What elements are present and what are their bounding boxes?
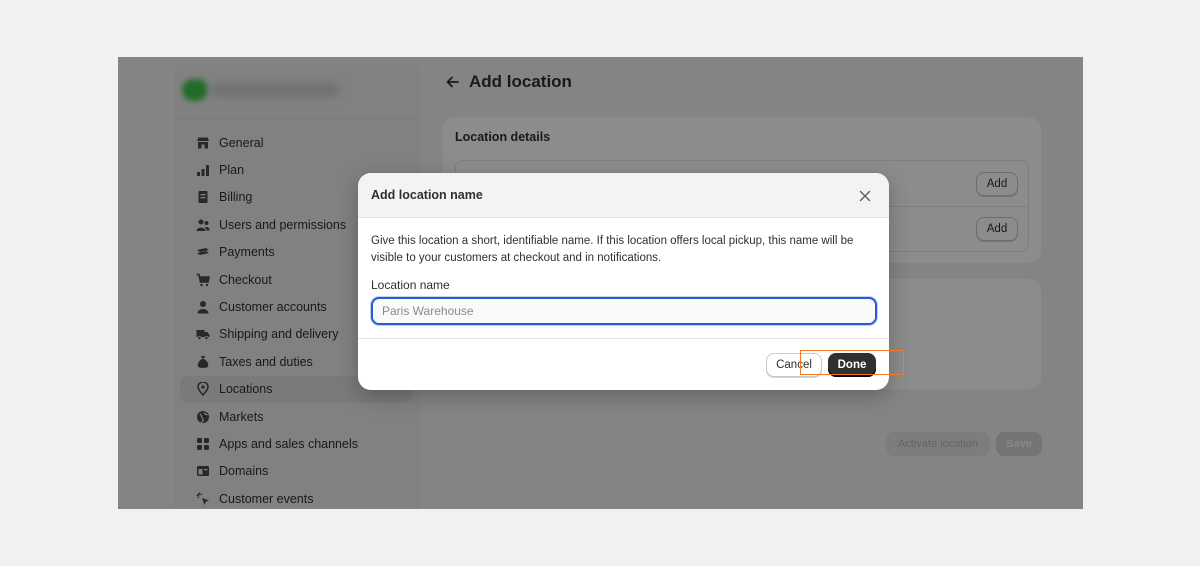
- close-icon[interactable]: [858, 189, 872, 203]
- location-name-label: Location name: [371, 278, 450, 292]
- divider: [358, 338, 889, 339]
- modal-description: Give this location a short, identifiable…: [371, 235, 854, 264]
- modal-title: Add location name: [371, 188, 483, 202]
- location-name-input[interactable]: [371, 297, 877, 325]
- done-button[interactable]: Done: [828, 353, 876, 377]
- cancel-button[interactable]: Cancel: [766, 353, 822, 377]
- add-location-name-modal: Add location name Give this location a s…: [358, 173, 889, 390]
- modal-header: Add location name: [358, 173, 889, 218]
